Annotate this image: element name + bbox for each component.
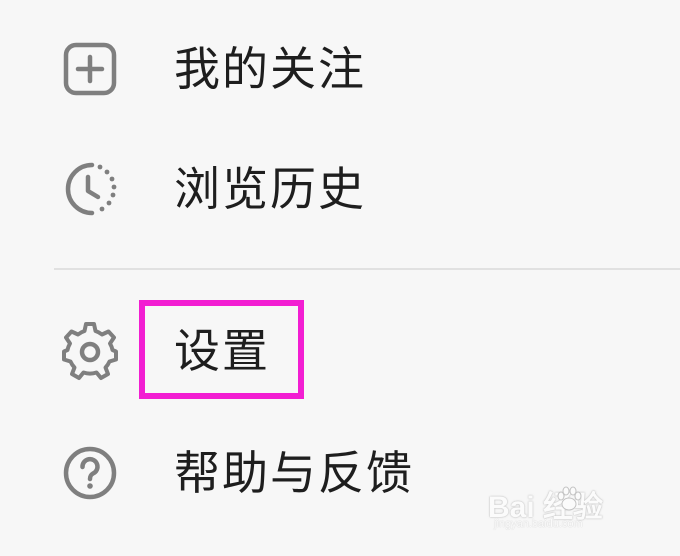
menu-list: 我的关注 浏览历史 设置 帮助与反馈 xyxy=(0,0,680,556)
menu-item-label: 我的关注 xyxy=(174,42,366,96)
menu-item-browse-history[interactable]: 浏览历史 xyxy=(0,134,680,244)
plus-square-icon xyxy=(58,37,122,101)
menu-item-my-follows[interactable]: 我的关注 xyxy=(0,14,680,124)
menu-divider xyxy=(54,268,680,270)
baidu-jingyan-watermark: Bai 经验 jingyan.baidu.com xyxy=(488,482,658,534)
paw-logo-icon xyxy=(554,484,584,514)
menu-item-label: 帮助与反馈 xyxy=(174,446,414,500)
menu-item-settings[interactable]: 设置 xyxy=(0,296,680,406)
watermark-subtext: jingyan.baidu.com xyxy=(494,518,583,530)
menu-item-label: 浏览历史 xyxy=(174,162,366,216)
question-circle-icon xyxy=(58,441,122,505)
gear-icon xyxy=(58,319,122,383)
menu-item-label: 设置 xyxy=(174,324,270,378)
clock-history-icon xyxy=(58,157,122,221)
